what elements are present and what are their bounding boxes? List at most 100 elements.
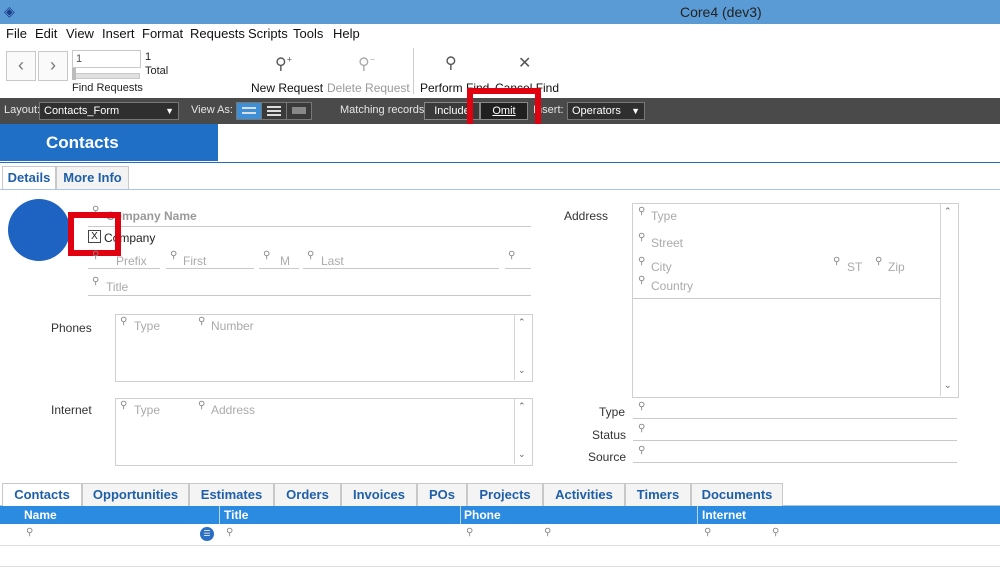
- scroll-down-icon[interactable]: ⌄: [518, 449, 526, 460]
- menu-file[interactable]: File: [6, 26, 27, 41]
- cancel-find-icon[interactable]: ✕: [518, 53, 531, 73]
- next-request-button[interactable]: ›: [38, 51, 68, 81]
- menu-view[interactable]: View: [66, 26, 94, 41]
- tab-opportunities[interactable]: Opportunities: [82, 483, 189, 506]
- address-portal: [632, 203, 959, 398]
- search-icon: ⚲: [638, 256, 646, 267]
- address-scrollbar[interactable]: ⌃ ⌄: [940, 204, 957, 396]
- middle-name-field[interactable]: M: [280, 254, 290, 268]
- search-icon: ⚲: [263, 250, 271, 261]
- matching-records-label: Matching records:: [340, 104, 428, 116]
- record-slider-handle[interactable]: [72, 68, 76, 80]
- tab-details[interactable]: Details: [2, 166, 56, 189]
- omit-button[interactable]: Omit: [480, 102, 528, 120]
- record-number-field[interactable]: 1: [72, 50, 141, 68]
- scroll-down-icon[interactable]: ⌄: [518, 365, 526, 376]
- menu-help[interactable]: Help: [333, 26, 360, 41]
- view-as-list-button[interactable]: [261, 102, 287, 120]
- tab-invoices[interactable]: Invoices: [341, 483, 417, 506]
- view-as-table-button[interactable]: [286, 102, 312, 120]
- type-field[interactable]: [633, 418, 957, 419]
- layout-dropdown[interactable]: Contacts_Form ▼: [39, 102, 179, 120]
- internet-type-field[interactable]: Type: [134, 403, 160, 417]
- title-underline: [88, 295, 531, 296]
- search-icon: ⚲: [638, 232, 646, 243]
- menu-scripts[interactable]: Scripts: [248, 26, 288, 41]
- menu-edit[interactable]: Edit: [35, 26, 57, 41]
- phone-number-field[interactable]: Number: [211, 319, 254, 333]
- state-field[interactable]: ST: [847, 260, 862, 274]
- company-name-field[interactable]: Company Name: [106, 209, 197, 223]
- tab-timers[interactable]: Timers: [625, 483, 691, 506]
- country-field[interactable]: Country: [651, 279, 693, 293]
- tab-documents[interactable]: Documents: [691, 483, 783, 506]
- operators-dropdown-value: Operators: [572, 105, 621, 117]
- search-icon: ⚲: [544, 527, 552, 538]
- perform-find-icon[interactable]: ⚲: [445, 53, 457, 73]
- list-icon[interactable]: ☰: [200, 527, 214, 541]
- menu-bar: File Edit View Insert Format Requests Sc…: [0, 24, 1000, 44]
- internet-address-field[interactable]: Address: [211, 403, 255, 417]
- menu-format[interactable]: Format: [142, 26, 183, 41]
- operators-dropdown[interactable]: Operators ▼: [567, 102, 645, 120]
- delete-request-button[interactable]: Delete Request: [327, 81, 410, 95]
- search-icon: ⚲: [638, 445, 646, 456]
- new-request-icon[interactable]: ⚲+: [275, 54, 292, 74]
- include-button[interactable]: Include: [424, 102, 480, 120]
- source-label: Source: [588, 450, 627, 464]
- caret-down-icon: ▼: [165, 106, 174, 116]
- table-row: [0, 545, 1000, 546]
- column-phone[interactable]: Phone: [464, 508, 501, 522]
- previous-request-button[interactable]: ‹: [6, 51, 36, 81]
- search-icon: ⚲: [638, 423, 646, 434]
- column-internet[interactable]: Internet: [702, 508, 746, 522]
- found-count: 1: [145, 51, 152, 63]
- tab-pos[interactable]: POs: [417, 483, 467, 506]
- tab-activities[interactable]: Activities: [543, 483, 625, 506]
- delete-request-icon[interactable]: ⚲−: [358, 54, 375, 74]
- city-field[interactable]: City: [651, 260, 672, 274]
- street-field[interactable]: Street: [651, 236, 683, 250]
- tab-projects[interactable]: Projects: [467, 483, 543, 506]
- status-toolbar: ‹ › 1 1 Total Find Requests ⚲+ New Reque…: [0, 44, 1000, 99]
- status-field[interactable]: [633, 440, 957, 441]
- perform-find-button[interactable]: Perform Find: [420, 81, 489, 95]
- phone-type-field[interactable]: Type: [134, 319, 160, 333]
- search-icon: ⚲: [198, 316, 206, 327]
- search-icon: ⚲: [772, 527, 780, 538]
- tab-orders[interactable]: Orders: [274, 483, 341, 506]
- scroll-up-icon[interactable]: ⌃: [944, 206, 952, 217]
- address-label: Address: [564, 209, 609, 223]
- new-request-button[interactable]: New Request: [251, 81, 323, 95]
- scroll-down-icon[interactable]: ⌄: [944, 380, 952, 391]
- tab-more-info[interactable]: More Info: [56, 166, 129, 189]
- menu-requests[interactable]: Requests: [190, 26, 245, 41]
- prefix-field[interactable]: Prefix: [116, 254, 147, 268]
- last-name-field[interactable]: Last: [321, 254, 344, 268]
- menu-insert[interactable]: Insert: [102, 26, 135, 41]
- menu-tools[interactable]: Tools: [293, 26, 323, 41]
- tab-contacts[interactable]: Contacts: [2, 483, 82, 506]
- column-title[interactable]: Title: [224, 508, 248, 522]
- company-checkbox[interactable]: X: [88, 230, 101, 243]
- address-type-field[interactable]: Type: [651, 209, 677, 223]
- first-name-field[interactable]: First: [183, 254, 206, 268]
- scroll-up-icon[interactable]: ⌃: [518, 401, 526, 412]
- search-icon: ⚲: [638, 275, 646, 286]
- phones-scrollbar[interactable]: ⌃ ⌄: [514, 315, 531, 380]
- source-field[interactable]: [633, 462, 957, 463]
- cancel-find-button[interactable]: Cancel Find: [495, 81, 559, 95]
- avatar[interactable]: [8, 199, 70, 261]
- tab-estimates[interactable]: Estimates: [189, 483, 274, 506]
- column-name[interactable]: Name: [24, 508, 57, 522]
- zip-field[interactable]: Zip: [888, 260, 905, 274]
- title-field[interactable]: Title: [106, 280, 128, 294]
- search-icon: ⚲: [198, 400, 206, 411]
- search-icon: ⚲: [875, 256, 883, 267]
- internet-scrollbar[interactable]: ⌃ ⌄: [514, 399, 531, 464]
- total-label: Total: [145, 65, 169, 77]
- scroll-up-icon[interactable]: ⌃: [518, 317, 526, 328]
- search-icon: ⚲: [120, 316, 128, 327]
- record-slider-track[interactable]: [72, 73, 140, 79]
- view-as-form-button[interactable]: [236, 102, 262, 120]
